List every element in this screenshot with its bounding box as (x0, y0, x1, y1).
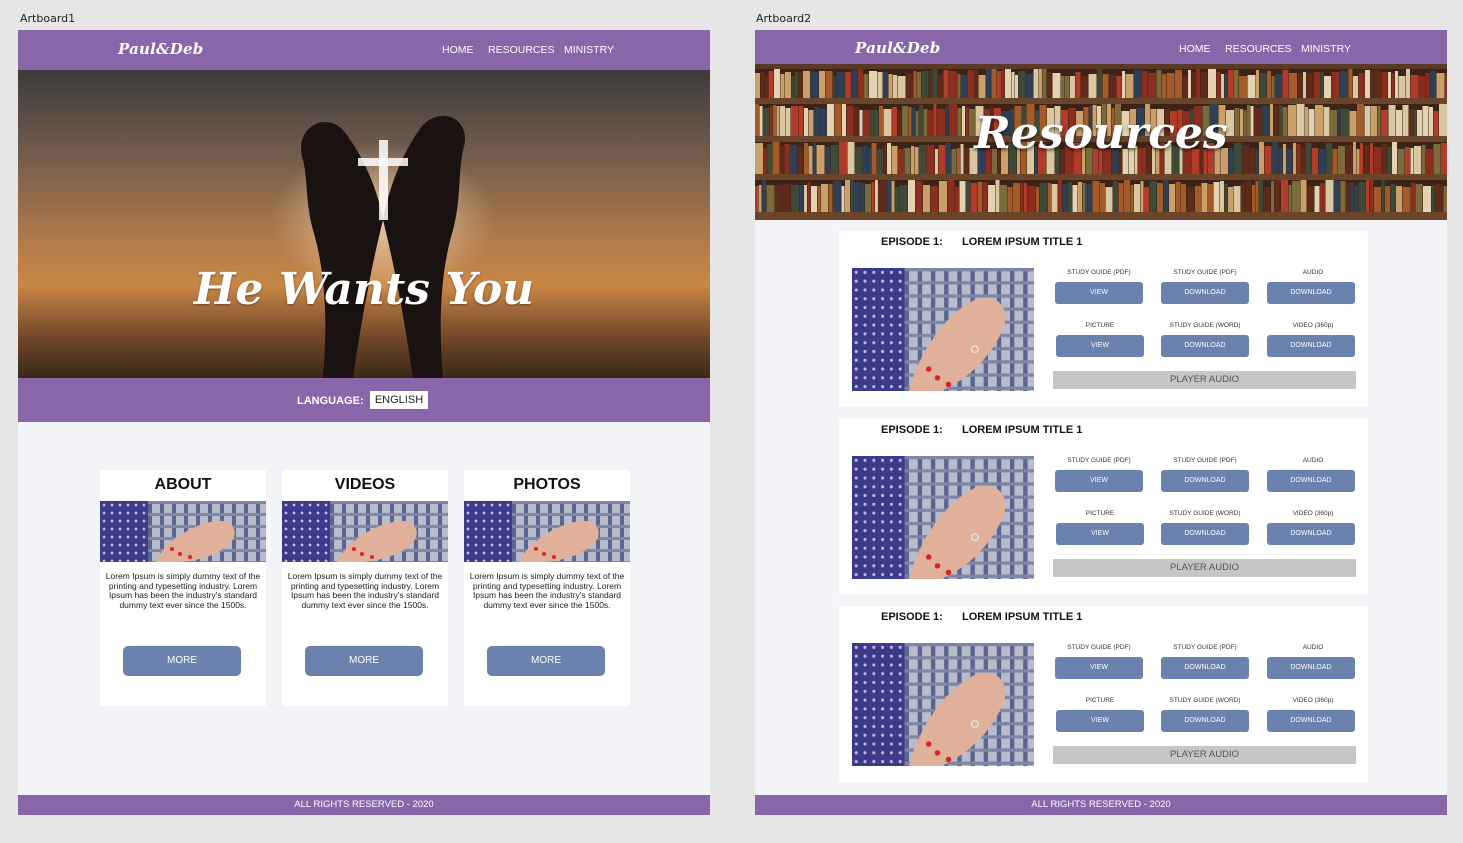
resource-label: STUDY GUIDE (WORD) (1169, 510, 1241, 517)
card-image (282, 501, 448, 562)
view-button[interactable]: VIEW (1056, 523, 1144, 545)
resources-title: Resources (974, 108, 1228, 159)
download-button[interactable]: DOWNLOAD (1161, 335, 1249, 357)
praying-hands-illustration (301, 115, 465, 378)
card-image (464, 501, 630, 562)
view-button[interactable]: VIEW (1055, 470, 1143, 492)
download-button[interactable]: DOWNLOAD (1267, 657, 1355, 679)
artboard-label: Artboard1 (20, 12, 76, 25)
view-button[interactable]: VIEW (1056, 335, 1144, 357)
episode-image (852, 268, 1034, 391)
episode-number: EPISODE 1: (881, 611, 943, 623)
hero-image: He Wants You (18, 70, 710, 378)
nav-resources[interactable]: RESOURCES (1225, 43, 1292, 55)
download-button[interactable]: DOWNLOAD (1161, 710, 1249, 732)
card-text: Lorem Ipsum is simply dummy text of the … (105, 571, 261, 610)
footer: ALL RIGHTS RESERVED - 2020 (18, 795, 710, 815)
resource-label: STUDY GUIDE (WORD) (1169, 322, 1241, 329)
episode-card: EPISODE 1: LOREM IPSUM TITLE 1 STUDY GUI… (839, 231, 1368, 407)
card-title: VIDEOS (334, 476, 396, 493)
more-button[interactable]: MORE (123, 646, 241, 676)
episode-title: LOREM IPSUM TITLE 1 (962, 611, 1083, 623)
top-navbar: Paul&Deb HOME RESOURCES MINISTRY (18, 30, 710, 70)
artboard-home: Paul&Deb HOME RESOURCES MINISTRY He Want… (18, 30, 710, 815)
nav-resources[interactable]: RESOURCES (488, 44, 555, 56)
card-videos: VIDEOS Lorem Ipsum is simply dummy text … (282, 470, 448, 706)
episode-title: LOREM IPSUM TITLE 1 (962, 236, 1083, 248)
cross-icon (379, 140, 388, 220)
language-label: LANGUAGE: (297, 395, 364, 407)
view-button[interactable]: VIEW (1055, 282, 1143, 304)
episode-title: LOREM IPSUM TITLE 1 (962, 424, 1083, 436)
nav-ministry[interactable]: MINISTRY (1301, 43, 1351, 55)
resource-label: STUDY GUIDE (PDF) (1067, 644, 1131, 651)
language-select[interactable]: ENGLISH (370, 391, 428, 409)
download-button[interactable]: DOWNLOAD (1267, 523, 1355, 545)
footer: ALL RIGHTS RESERVED - 2020 (755, 795, 1447, 815)
more-button[interactable]: MORE (305, 646, 423, 676)
resource-label: STUDY GUIDE (PDF) (1173, 457, 1237, 464)
episode-image (852, 643, 1034, 766)
episode-number: EPISODE 1: (881, 236, 943, 248)
card-photos: PHOTOS Lorem Ipsum is simply dummy text … (464, 470, 630, 706)
language-bar: LANGUAGE: ENGLISH (18, 378, 710, 422)
download-button[interactable]: DOWNLOAD (1161, 470, 1249, 492)
logo[interactable]: Paul&Deb (118, 40, 203, 58)
more-button[interactable]: MORE (487, 646, 605, 676)
resource-label: VIDEO (360p) (1292, 697, 1334, 704)
nav-home[interactable]: HOME (442, 44, 474, 56)
resource-label: STUDY GUIDE (PDF) (1173, 269, 1237, 276)
resource-label: VIDEO (360p) (1292, 510, 1334, 517)
resource-label: AUDIO (1302, 457, 1324, 464)
nav-home[interactable]: HOME (1179, 43, 1211, 55)
resource-label: AUDIO (1302, 269, 1324, 276)
download-button[interactable]: DOWNLOAD (1161, 523, 1249, 545)
view-button[interactable]: VIEW (1055, 657, 1143, 679)
resource-label: VIDEO (360p) (1292, 322, 1334, 329)
episode-card: EPISODE 1: LOREM IPSUM TITLE 1 STUDY GUI… (839, 419, 1368, 595)
download-button[interactable]: DOWNLOAD (1267, 282, 1355, 304)
resource-label: STUDY GUIDE (WORD) (1169, 697, 1241, 704)
resource-label: AUDIO (1302, 644, 1324, 651)
audio-player[interactable]: PLAYER AUDIO (1053, 559, 1356, 577)
artboard-label: Artboard2 (756, 12, 812, 25)
top-navbar: Paul&Deb HOME RESOURCES MINISTRY (755, 30, 1447, 64)
card-title: ABOUT (154, 476, 212, 493)
card-text: Lorem Ipsum is simply dummy text of the … (469, 571, 625, 610)
download-button[interactable]: DOWNLOAD (1161, 657, 1249, 679)
artboard-resources: Paul&Deb HOME RESOURCES MINISTRY Resourc… (755, 30, 1447, 815)
audio-player[interactable]: PLAYER AUDIO (1053, 371, 1356, 389)
audio-player[interactable]: PLAYER AUDIO (1053, 746, 1356, 764)
view-button[interactable]: VIEW (1056, 710, 1144, 732)
episode-card: EPISODE 1: LOREM IPSUM TITLE 1 STUDY GUI… (839, 606, 1368, 782)
card-title: PHOTOS (513, 476, 581, 493)
card-image (100, 501, 266, 562)
resource-label: STUDY GUIDE (PDF) (1067, 269, 1131, 276)
download-button[interactable]: DOWNLOAD (1267, 710, 1355, 732)
card-about: ABOUT Lorem Ipsum is simply dummy text o… (100, 470, 266, 706)
resource-label: PICTURE (1085, 697, 1115, 704)
hero-title: He Wants You (193, 264, 535, 315)
card-text: Lorem Ipsum is simply dummy text of the … (287, 571, 443, 610)
download-button[interactable]: DOWNLOAD (1267, 335, 1355, 357)
download-button[interactable]: DOWNLOAD (1267, 470, 1355, 492)
bookshelf-hero: Resources (755, 64, 1447, 220)
logo[interactable]: Paul&Deb (855, 39, 940, 57)
resource-label: STUDY GUIDE (PDF) (1067, 457, 1131, 464)
resource-label: PICTURE (1085, 510, 1115, 517)
nav-ministry[interactable]: MINISTRY (564, 44, 614, 56)
episode-image (852, 456, 1034, 579)
download-button[interactable]: DOWNLOAD (1161, 282, 1249, 304)
resource-label: PICTURE (1085, 322, 1115, 329)
episode-number: EPISODE 1: (881, 424, 943, 436)
resource-label: STUDY GUIDE (PDF) (1173, 644, 1237, 651)
